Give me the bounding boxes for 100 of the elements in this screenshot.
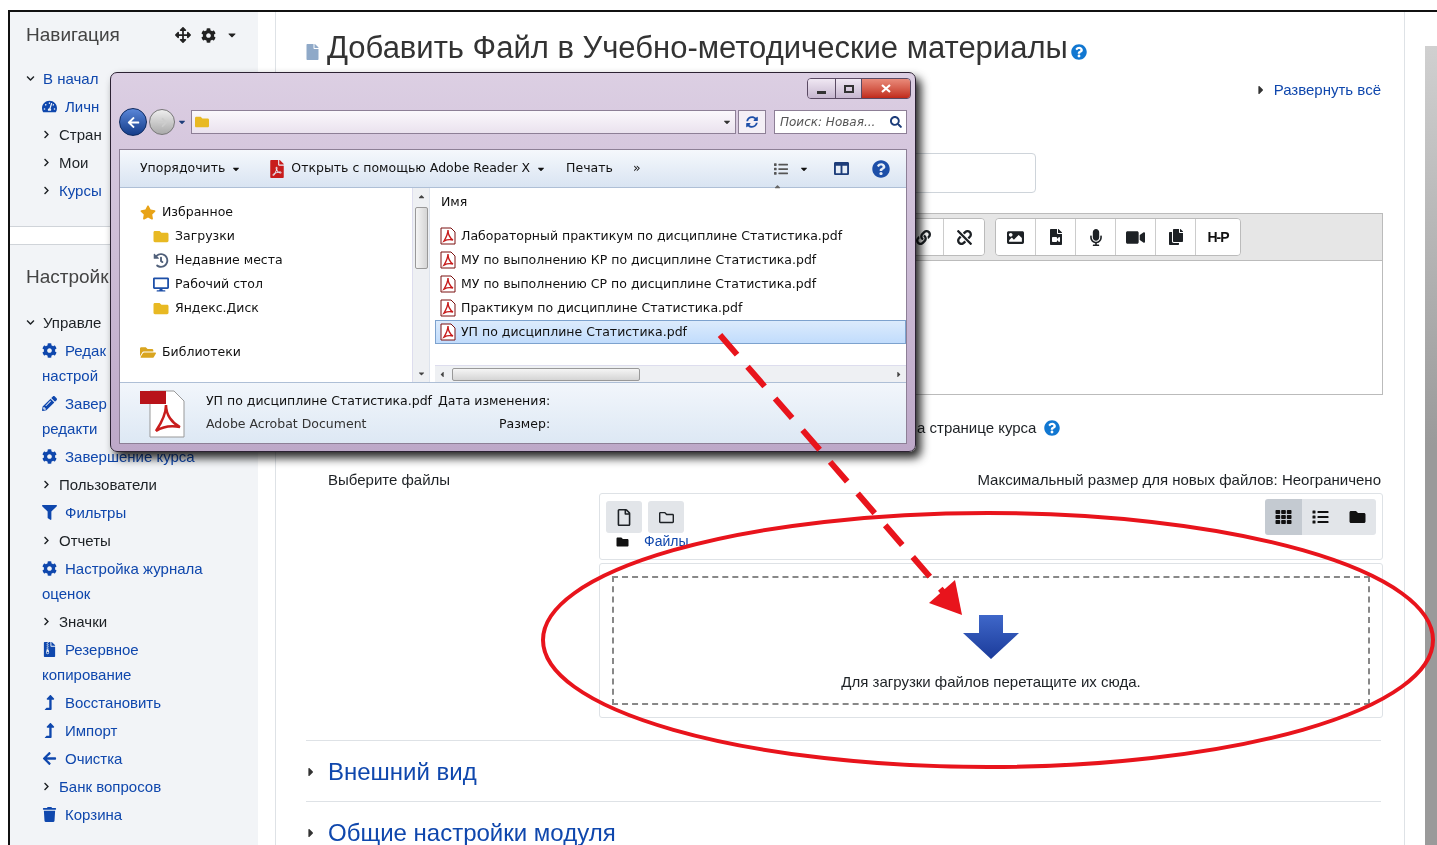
view-toggle[interactable] <box>1302 499 1339 535</box>
create-folder-button[interactable] <box>648 501 684 533</box>
sidebar-item[interactable]: Управле <box>26 308 102 336</box>
back-button[interactable] <box>119 108 147 136</box>
arrow-left-icon <box>126 115 140 129</box>
star-icon <box>140 204 156 220</box>
h5p-button[interactable]: H-P <box>1196 219 1240 255</box>
sidebar-link[interactable]: Очистка <box>42 744 123 772</box>
monitor-icon <box>153 276 169 292</box>
help-button[interactable] <box>872 159 890 178</box>
minimize-button[interactable] <box>808 79 836 98</box>
folder-open-icon <box>140 344 156 360</box>
file-row[interactable]: Лабораторный практикум по дисциплине Статистика.pdf <box>435 224 906 248</box>
scrollbar-thumb[interactable] <box>414 207 428 269</box>
view-toggle[interactable] <box>1339 499 1376 535</box>
details-label: Дата изменения: <box>438 392 551 411</box>
command-button[interactable]: Печать <box>556 154 623 183</box>
sidebar-item[interactable]: Курсы <box>42 176 102 204</box>
column-header[interactable]: Имя <box>441 192 468 212</box>
folder-icon <box>616 535 629 548</box>
nav-pane-item[interactable]: Библиотеки <box>140 340 241 364</box>
nav-pane-item[interactable]: Яндекс.Диск <box>153 296 259 320</box>
sidebar-link[interactable]: Восстановить <box>42 688 162 716</box>
file-archive-icon <box>42 641 57 657</box>
sidebar-link[interactable]: Импорт <box>42 716 118 744</box>
move-icon[interactable] <box>175 27 191 43</box>
pencil-icon <box>42 395 57 411</box>
view-toggle[interactable] <box>1265 499 1302 535</box>
help-icon[interactable] <box>1070 44 1087 60</box>
search-icon <box>890 116 902 128</box>
sidebar-item[interactable]: В начал <box>26 64 99 92</box>
refresh-button[interactable] <box>738 110 766 134</box>
scrollbar-thumb[interactable] <box>452 367 640 381</box>
preview-pane-button[interactable] <box>833 161 850 176</box>
sidebar-link[interactable]: Редак настрой <box>42 336 106 389</box>
add-file-button[interactable] <box>606 501 642 533</box>
nav-pane-item[interactable]: Недавние места <box>153 248 283 272</box>
maximize-button[interactable] <box>836 79 862 98</box>
horizontal-scrollbar[interactable] <box>435 365 906 382</box>
caret-left-icon <box>438 369 446 379</box>
breadcrumb-link[interactable]: Файлы <box>644 531 689 552</box>
sidebar-item[interactable]: Значки <box>42 607 108 635</box>
sidebar-link[interactable]: Личн <box>42 92 100 120</box>
sidebar-link[interactable]: Резервное копирование <box>42 635 139 688</box>
address-bar[interactable] <box>191 110 736 134</box>
nav-pane-item[interactable]: Рабочий стол <box>153 272 263 296</box>
close-button[interactable] <box>862 79 910 98</box>
list-icon <box>773 161 789 176</box>
sidebar-link[interactable]: Корзина <box>42 800 123 828</box>
sidebar-item[interactable]: Отчеты <box>42 526 111 554</box>
scrollbar[interactable] <box>412 188 429 382</box>
sidebar-link[interactable]: Настройка журнала оценок <box>42 554 203 607</box>
copy-icon <box>1167 229 1184 245</box>
nav-pane-item[interactable]: Избранное <box>140 200 233 224</box>
chevron-right-icon <box>42 781 51 791</box>
image-button[interactable] <box>996 219 1036 255</box>
arrow-left-icon <box>42 750 57 766</box>
sidebar-link[interactable]: Завер редакти <box>42 389 107 442</box>
page-scrollbar[interactable] <box>1425 46 1437 845</box>
nav-pane-item[interactable]: Загрузки <box>153 224 235 248</box>
sidebar-link[interactable]: Завершение курса <box>42 442 195 470</box>
chevron-right-icon <box>42 616 51 626</box>
media-button[interactable] <box>1036 219 1076 255</box>
pdf-file-icon <box>440 299 456 317</box>
sidebar-item[interactable]: Стран <box>42 120 102 148</box>
chevron-right-icon <box>42 157 51 167</box>
microphone-icon <box>1089 228 1102 246</box>
file-row[interactable]: МУ по выполнению КР по дисциплине Статистика.pdf <box>435 248 906 272</box>
pdf-file-icon <box>440 275 456 293</box>
chevron-down-icon <box>26 73 35 83</box>
sort-caret-icon <box>773 182 782 191</box>
folder-icon <box>153 300 169 316</box>
command-button[interactable]: Открыть с помощью Adobe Reader X <box>259 154 557 183</box>
chevron-down-icon <box>26 317 35 327</box>
command-button[interactable]: » <box>622 154 651 183</box>
file-icon <box>617 508 631 526</box>
sidebar-item[interactable]: Пользователи <box>42 470 157 498</box>
file-row[interactable]: УП по дисциплине Статистика.pdf <box>435 320 906 344</box>
help-icon[interactable] <box>1044 420 1061 436</box>
settings-icon[interactable] <box>201 27 216 43</box>
sidebar-link[interactable]: Фильтры <box>42 498 127 526</box>
section-header[interactable]: Внешний вид <box>306 757 477 787</box>
sidebar-item[interactable]: Банк вопросов <box>42 772 162 800</box>
page-title: Добавить Файл в Учебно-методические материалы <box>327 29 1068 67</box>
command-button[interactable]: Упорядочить <box>130 154 252 183</box>
unlink-button[interactable] <box>944 219 984 255</box>
drop-zone[interactable]: Для загрузки файлов перетащите их сюда. <box>599 563 1383 718</box>
file-row[interactable]: Практикум по дисциплине Статистика.pdf <box>435 296 906 320</box>
search-field[interactable]: Поиск: Новая... <box>774 110 907 134</box>
record-audio-button[interactable] <box>1076 219 1116 255</box>
expand-all-link[interactable]: Развернуть всё <box>1255 78 1381 102</box>
file-icon <box>306 44 319 60</box>
file-type: Adobe Acrobat Document <box>206 415 368 433</box>
sidebar-item[interactable]: Мои <box>42 148 89 176</box>
drop-hint: Для загрузки файлов перетащите их сюда. <box>841 671 1141 692</box>
filter-icon <box>42 504 57 520</box>
record-video-button[interactable] <box>1116 219 1156 255</box>
manage-files-button[interactable] <box>1156 219 1196 255</box>
file-row[interactable]: МУ по выполнению СР по дисциплине Статистика.pdf <box>435 272 906 296</box>
download-arrow-icon <box>963 614 1019 661</box>
